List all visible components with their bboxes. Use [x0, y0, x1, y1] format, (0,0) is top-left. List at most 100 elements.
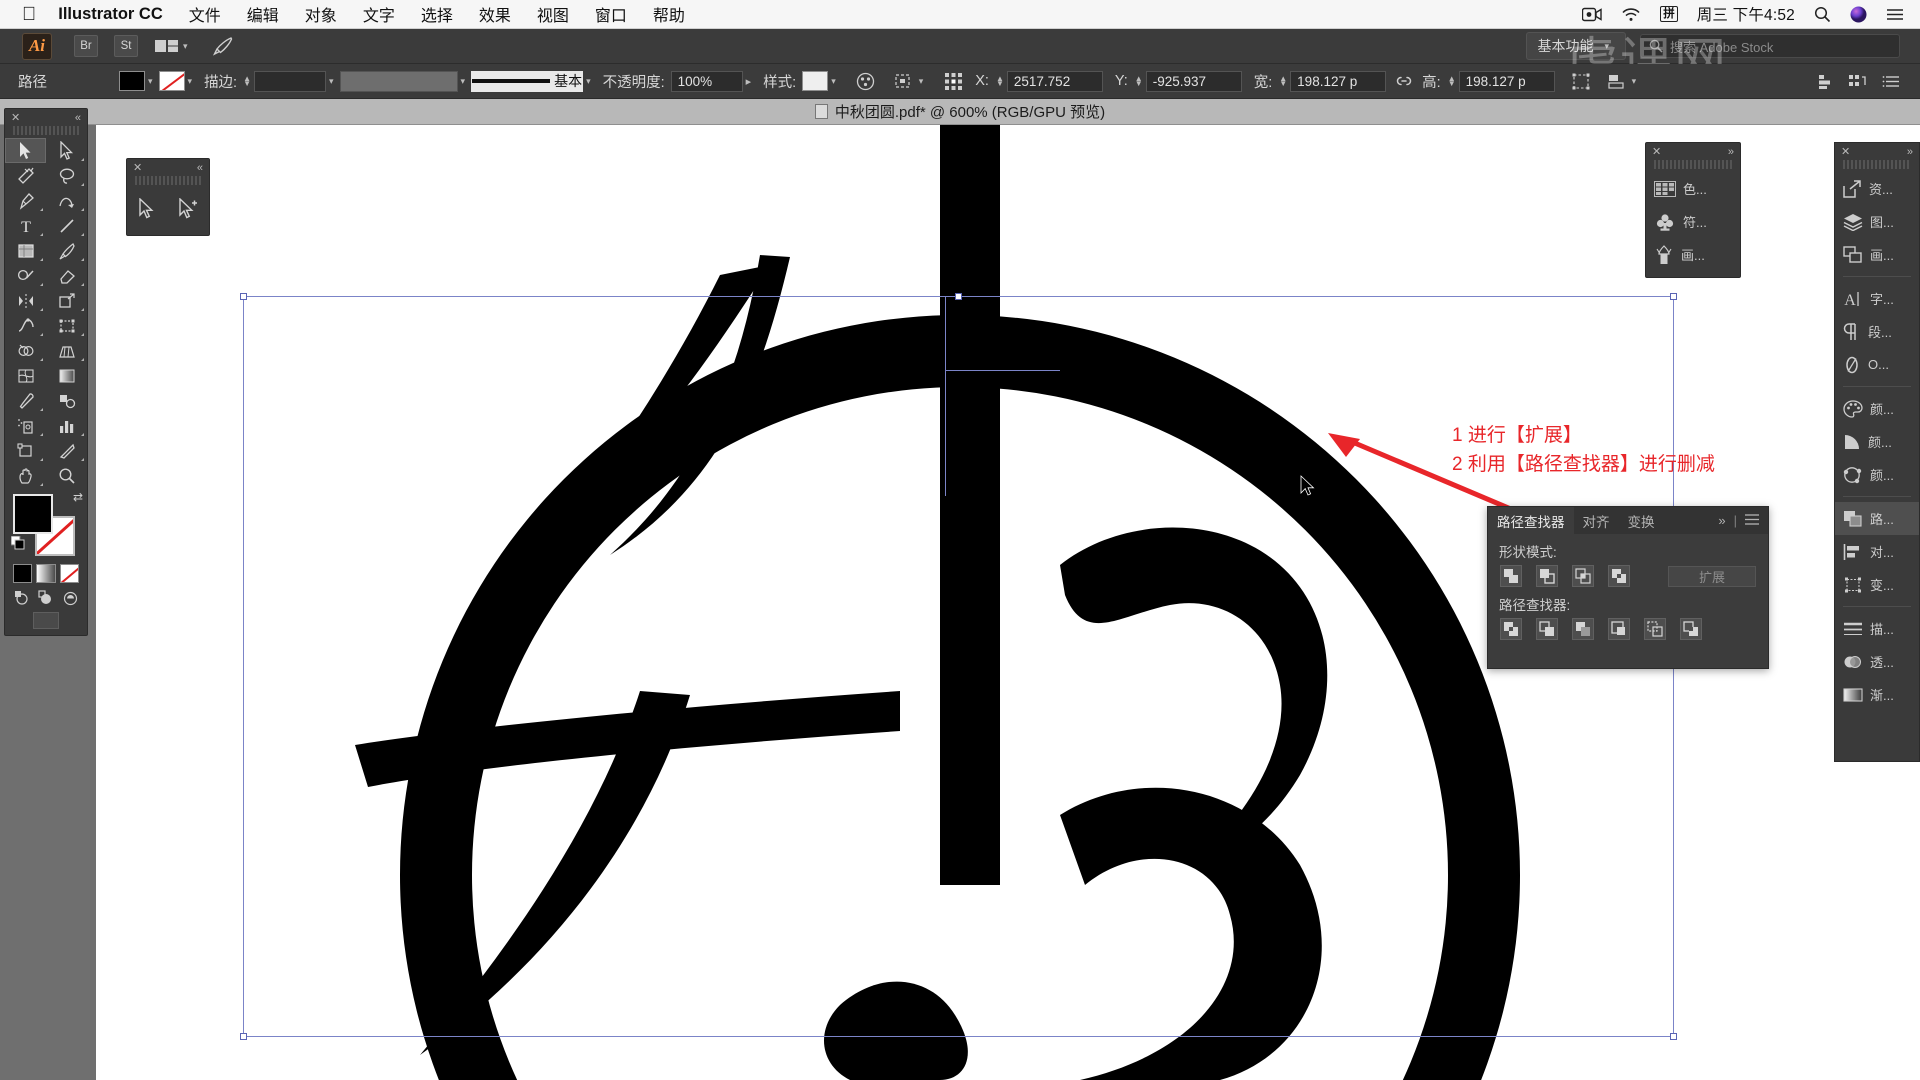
recolor-artwork-icon[interactable] [854, 70, 878, 92]
close-icon[interactable]: ✕ [11, 111, 20, 124]
menubar-app-name[interactable]: Illustrator CC [58, 5, 163, 24]
close-icon[interactable]: ✕ [133, 161, 142, 174]
screen-record-icon[interactable] [1582, 7, 1602, 22]
pathfinder-panel-button[interactable]: 路... [1835, 502, 1919, 535]
right-dock-grip[interactable] [1843, 160, 1911, 169]
fill-stroke-indicator[interactable]: ⇄ [11, 490, 87, 556]
align-icon[interactable] [1605, 70, 1629, 92]
hand-tool[interactable] [5, 463, 46, 488]
transparency-panel-button[interactable]: 透... [1835, 645, 1919, 678]
tab-align[interactable]: 对齐 [1574, 507, 1619, 534]
document-tab[interactable]: 中秋团圆.pdf* @ 600% (RGB/GPU 预览) [814, 101, 1105, 122]
stroke-panel-button[interactable]: 描... [1835, 612, 1919, 645]
select-similar-icon[interactable] [892, 70, 916, 92]
lasso-tool[interactable] [46, 163, 87, 188]
width-field[interactable]: 198.127 p [1290, 70, 1387, 92]
chevron-down-icon[interactable]: ▾ [831, 76, 836, 87]
selection-handle-tc[interactable] [955, 293, 962, 300]
pathfinder-panel[interactable]: 路径查找器 对齐 变换 » | 形状模式: 扩展 路径查找器: [1487, 506, 1769, 669]
fill-swatch[interactable] [119, 71, 145, 91]
width-stepper[interactable]: ▲ ▼ [1279, 75, 1287, 88]
chevron-down-icon[interactable]: ▾ [148, 76, 153, 87]
floating-selection-tools-panel[interactable]: ✕ « [126, 158, 210, 236]
distribute-icon[interactable] [1816, 70, 1840, 92]
menu-view[interactable]: 视图 [537, 2, 569, 26]
align-distribute-icon[interactable] [1846, 70, 1870, 92]
minus-back-button[interactable] [1680, 618, 1702, 640]
menu-object[interactable]: 对象 [305, 2, 337, 26]
selection-tool[interactable] [5, 138, 46, 163]
curvature-tool[interactable] [46, 188, 87, 213]
menu-help[interactable]: 帮助 [653, 2, 685, 26]
unite-button[interactable] [1500, 565, 1522, 587]
draw-normal-icon[interactable] [14, 590, 31, 607]
gradient-panel-button[interactable]: 渐... [1835, 678, 1919, 711]
collapse-icon[interactable]: « [75, 112, 81, 124]
eyedropper-tool[interactable] [5, 388, 46, 413]
chevron-down-icon[interactable]: ▾ [183, 41, 188, 52]
workspace-switcher[interactable]: 基本功能 ▾ [1526, 32, 1626, 60]
adobe-stock-search[interactable]: 搜索 Adobe Stock [1640, 34, 1900, 58]
pen-tool[interactable] [5, 188, 46, 213]
bridge-button[interactable]: Br [74, 35, 98, 57]
selection-handle-br[interactable] [1670, 1033, 1677, 1040]
swatches-panel-button[interactable]: 色... [1646, 172, 1740, 205]
stock-button[interactable]: St [114, 35, 138, 57]
recolor-artwork-panel-button[interactable]: 颜... [1835, 458, 1919, 491]
stroke-profile-preview[interactable] [339, 70, 458, 92]
transform-panel-button[interactable]: 变... [1835, 568, 1919, 601]
chevron-down-icon[interactable]: ▾ [919, 76, 924, 87]
y-field[interactable]: -925.937 [1145, 70, 1242, 92]
color-panel-button[interactable]: 颜... [1835, 392, 1919, 425]
transform-icon[interactable] [1569, 70, 1593, 92]
intersect-button[interactable] [1572, 565, 1594, 587]
tools-panel[interactable]: ✕ « T ⇄ [4, 108, 88, 636]
menu-edit[interactable]: 编辑 [247, 2, 279, 26]
chevron-down-icon[interactable]: ▾ [586, 76, 591, 87]
mesh-tool[interactable] [5, 363, 46, 388]
scale-tool[interactable] [46, 288, 87, 313]
panel-menu-icon[interactable] [1880, 70, 1904, 92]
selection-tool-add-icon[interactable] [178, 197, 198, 224]
layers-panel-button[interactable]: 图... [1835, 205, 1919, 238]
artboard-tool[interactable] [5, 438, 46, 463]
rotate-tool[interactable] [5, 288, 46, 313]
tools-panel-grip[interactable] [13, 126, 79, 135]
fill-color-swatch[interactable] [13, 494, 53, 534]
arrange-documents-icon[interactable]: ▾ [154, 38, 194, 54]
expand-icon[interactable]: » [1907, 146, 1913, 158]
exclude-button[interactable] [1608, 565, 1630, 587]
symbol-sprayer-tool[interactable] [5, 413, 46, 438]
shaper-tool[interactable] [5, 263, 46, 288]
opentype-panel-button[interactable]: O... [1835, 348, 1919, 381]
selection-handle-tl[interactable] [240, 293, 247, 300]
selection-tool[interactable] [138, 197, 155, 224]
brush-definition-preview[interactable]: 基本 [471, 70, 584, 92]
direct-selection-tool[interactable] [46, 138, 87, 163]
height-field[interactable]: 198.127 p [1458, 70, 1555, 92]
x-stepper[interactable]: ▲ ▼ [996, 75, 1004, 88]
graphic-style-swatch[interactable] [802, 71, 829, 91]
brushes-panel-button[interactable]: 画... [1646, 238, 1740, 271]
chevron-down-icon[interactable]: ▾ [461, 76, 466, 87]
paintbrush-tool[interactable] [46, 238, 87, 263]
input-method-icon[interactable]: 拼 [1660, 6, 1678, 22]
swap-fill-stroke-icon[interactable]: ⇄ [73, 490, 83, 504]
color-guide-panel-button[interactable]: 颜... [1835, 425, 1919, 458]
menu-type[interactable]: 文字 [363, 2, 395, 26]
stroke-swatch[interactable] [158, 71, 185, 91]
search-input[interactable]: 搜索 Adobe Stock [1670, 37, 1773, 56]
type-tool[interactable]: T [5, 213, 46, 238]
divide-button[interactable] [1500, 618, 1522, 640]
line-segment-tool[interactable] [46, 213, 87, 238]
transform-reference-point[interactable] [941, 70, 965, 92]
column-graph-tool[interactable] [46, 413, 87, 438]
none-swatch-button[interactable] [59, 564, 79, 583]
right-panel-dock[interactable]: ✕ » 资... 图... 画... A 字... 段... O... 颜...… [1834, 142, 1920, 762]
height-stepper[interactable]: ▲ ▼ [1448, 75, 1456, 88]
zoom-tool[interactable] [46, 463, 87, 488]
chevron-double-right-icon[interactable]: » [1718, 513, 1725, 528]
symbols-panel-button[interactable]: 符... [1646, 205, 1740, 238]
character-panel-button[interactable]: A 字... [1835, 282, 1919, 315]
asset-export-panel-button[interactable]: 资... [1835, 172, 1919, 205]
